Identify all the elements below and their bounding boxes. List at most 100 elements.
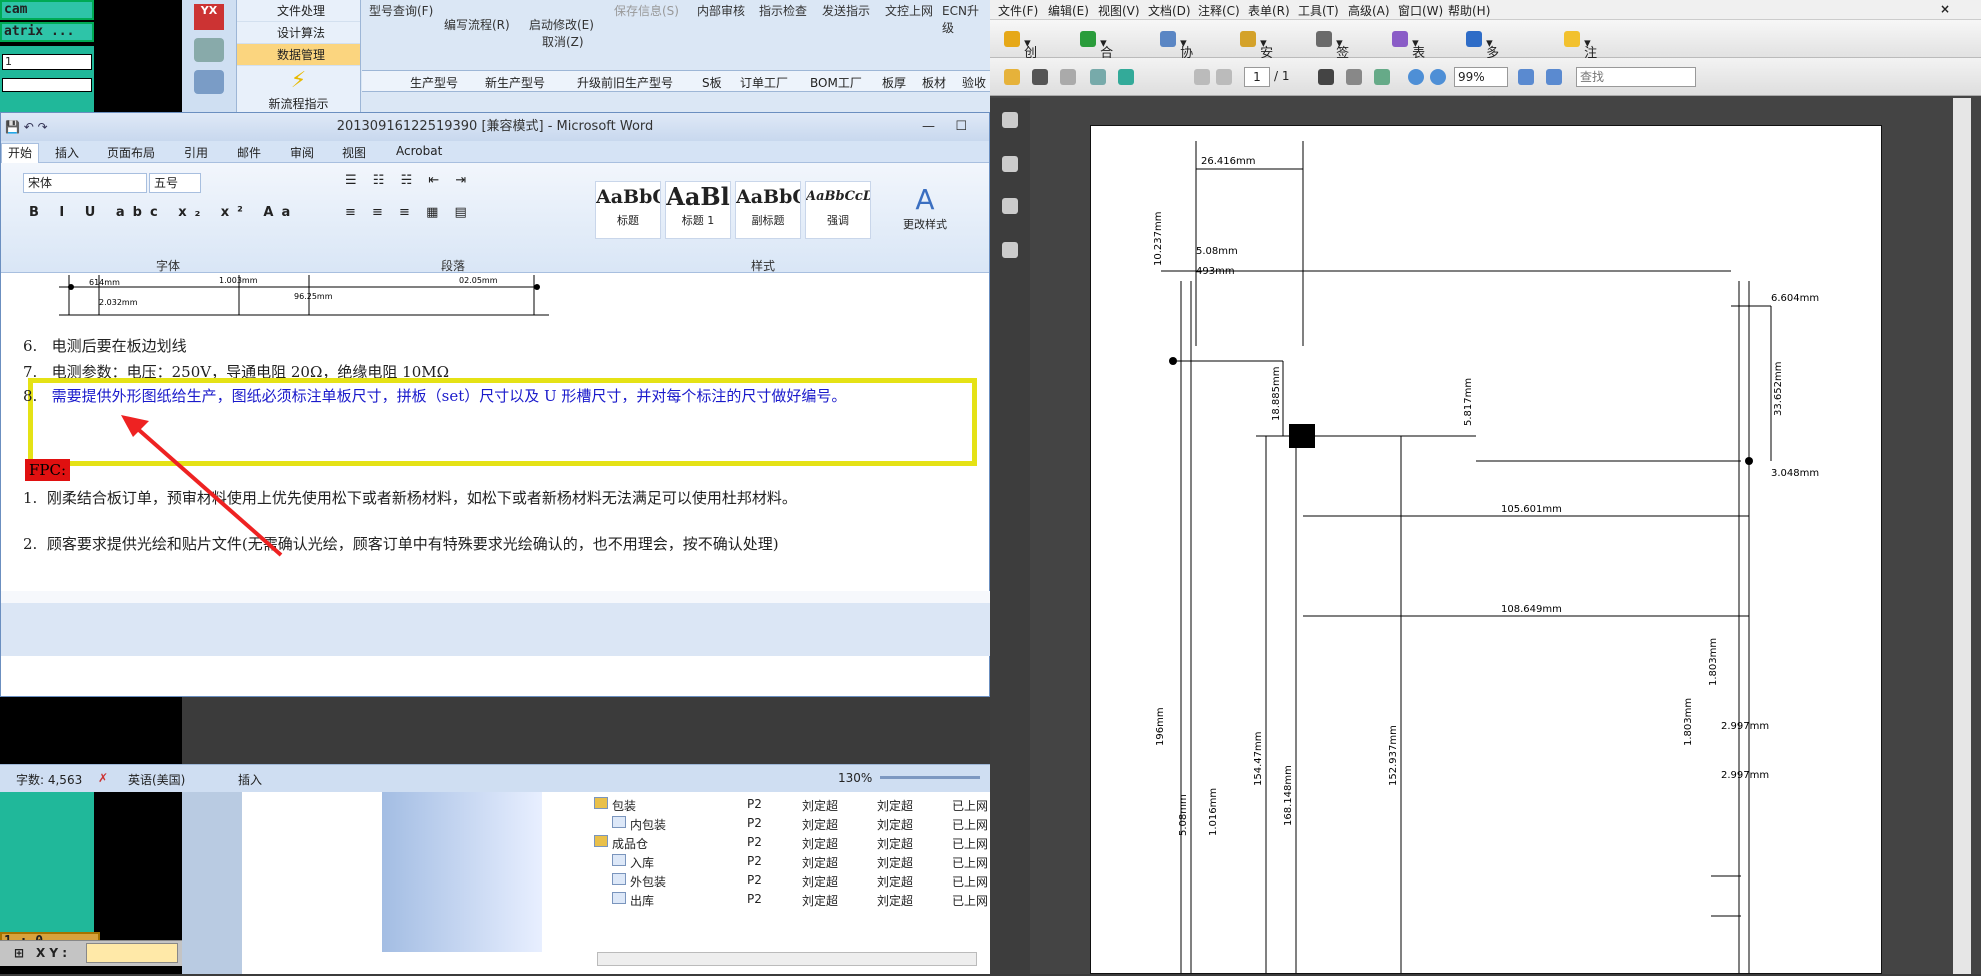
printer-icon[interactable] <box>194 38 224 62</box>
word-count[interactable]: 字数: 4,563 <box>16 771 82 788</box>
tab-home[interactable]: 开始 <box>1 143 40 164</box>
sign-button[interactable]: 签名 ▾ <box>1316 31 1349 80</box>
layers-icon[interactable] <box>1002 198 1018 214</box>
quick-access-icon[interactable]: 💾 ↶ ↷ <box>5 113 48 141</box>
yx-logo-icon[interactable]: YX <box>194 4 224 30</box>
upload-icon[interactable] <box>1118 69 1134 85</box>
format-buttons[interactable]: B I U abc x₂ x² Aa <box>29 205 298 220</box>
menu-internal-review[interactable]: 内部审核 <box>697 2 745 19</box>
pdf-menu-comments[interactable]: 注释(C) <box>1198 2 1240 19</box>
font-size-select[interactable]: 五号 <box>149 173 201 193</box>
menu-write-flow[interactable]: 编写流程(R) <box>444 16 510 33</box>
zoom-level[interactable]: 130% <box>838 771 872 785</box>
create-button[interactable]: 创建 ▾ <box>1004 31 1037 80</box>
keyboard-icon[interactable] <box>194 70 224 94</box>
multimedia-button[interactable]: 多媒体 ▾ <box>1466 31 1499 99</box>
tab-s-board[interactable]: S板 <box>702 74 722 91</box>
table-row[interactable]: 入库 P2 刘定超 刘定超 已上网 <box>182 853 990 871</box>
tab-bom-factory[interactable]: BOM工厂 <box>810 74 862 91</box>
select-tool-icon[interactable] <box>1318 69 1334 85</box>
pdf-menu-advanced[interactable]: 高级(A) <box>1348 2 1390 19</box>
tab-insert[interactable]: 插入 <box>55 144 79 161</box>
xy-input[interactable] <box>86 943 178 963</box>
table-row[interactable]: 内包装 P2 刘定超 刘定超 已上网 <box>182 815 990 833</box>
tab-material[interactable]: 板材 <box>922 74 946 91</box>
menu-doc-online[interactable]: 文控上网 <box>885 2 933 19</box>
menu-ecn[interactable]: ECN升级 <box>942 2 990 36</box>
tab-review[interactable]: 审阅 <box>290 144 314 161</box>
cam-field-2[interactable] <box>2 78 92 92</box>
bookmarks-icon[interactable] <box>1002 156 1018 172</box>
style-emphasis[interactable]: AaBbCcD 强调 <box>805 181 871 239</box>
list-buttons[interactable]: ☰ ☷ ☵ ⇤ ⇥ <box>345 173 472 188</box>
style-heading1[interactable]: AaBl 标题 1 <box>665 181 731 239</box>
new-flow-button[interactable]: ⚡ 新流程指示 <box>237 66 360 118</box>
tab-model[interactable]: 生产型号 <box>410 74 458 91</box>
zoom-out-icon[interactable] <box>1408 69 1424 85</box>
pdf-menu-tools[interactable]: 工具(T) <box>1298 2 1339 19</box>
align-buttons[interactable]: ≡ ≡ ≡ ▦ ▤ <box>345 205 473 220</box>
menu-send[interactable]: 发送指示 <box>822 2 870 19</box>
grid-icon[interactable]: ⊞ <box>14 946 24 960</box>
hand-tool-icon[interactable] <box>1346 69 1362 85</box>
zoom-select[interactable]: 99% <box>1454 67 1508 87</box>
tab-new-model[interactable]: 新生产型号 <box>485 74 545 91</box>
pdf-menu-view[interactable]: 视图(V) <box>1098 2 1140 19</box>
tab-mailings[interactable]: 邮件 <box>237 144 261 161</box>
maximize-icon[interactable]: ☐ <box>955 113 967 141</box>
table-row[interactable]: 外包装 P2 刘定超 刘定超 已上网 <box>182 872 990 890</box>
minimize-icon[interactable]: — <box>922 113 935 141</box>
tab-old-model[interactable]: 升级前旧生产型号 <box>577 74 673 91</box>
email-icon[interactable] <box>1090 69 1106 85</box>
signatures-icon[interactable] <box>1002 242 1018 258</box>
open-icon[interactable] <box>1004 69 1020 85</box>
secure-button[interactable]: 安全 ▾ <box>1240 31 1273 80</box>
pdf-page[interactable]: 26.416mm 10.237mm 5.08mm 493mm 6.604mm 1… <box>1090 125 1882 974</box>
matrix-label[interactable]: atrix ... <box>0 22 94 42</box>
table-row[interactable]: 成品仓 P2 刘定超 刘定超 已上网 <box>182 834 990 852</box>
cam-title[interactable]: cam <box>0 0 94 20</box>
pdf-menu-forms[interactable]: 表单(R) <box>1248 2 1290 19</box>
nav-file[interactable]: 文件处理 <box>237 0 360 22</box>
next-page-icon[interactable] <box>1216 69 1232 85</box>
tab-accept[interactable]: 验收 <box>962 74 986 91</box>
language-status[interactable]: 英语(美国) <box>128 771 185 788</box>
pdf-menu-document[interactable]: 文档(D) <box>1148 2 1191 19</box>
pdf-vscroll[interactable] <box>1953 98 1971 974</box>
tab-acrobat[interactable]: Acrobat <box>396 144 442 158</box>
insert-mode[interactable]: 插入 <box>238 771 262 788</box>
zoom-tool-icon[interactable] <box>1374 69 1390 85</box>
comment-button[interactable]: 注释 ▾ <box>1564 31 1597 80</box>
combine-button[interactable]: 合并 ▾ <box>1080 31 1113 80</box>
collaborate-button[interactable]: 协作 ▾ <box>1160 31 1193 80</box>
menu-cancel[interactable]: 取消(Z) <box>542 33 584 50</box>
search-input[interactable] <box>1576 67 1696 87</box>
nav-design[interactable]: 设计算法 <box>237 22 360 44</box>
menu-model-query[interactable]: 型号查询(F) <box>369 2 433 19</box>
pdf-close-icon[interactable]: × <box>1940 2 1950 16</box>
pdf-menu-edit[interactable]: 编辑(E) <box>1048 2 1089 19</box>
zoom-in-icon[interactable] <box>1430 69 1446 85</box>
save-icon[interactable] <box>1060 69 1076 85</box>
tab-layout[interactable]: 页面布局 <box>107 144 155 161</box>
menu-start-edit[interactable]: 启动修改(E) <box>529 16 594 33</box>
page-number-input[interactable]: 1 <box>1244 67 1270 87</box>
cam-field[interactable]: 1 <box>2 54 92 70</box>
table-row[interactable]: 包装 P2 刘定超 刘定超 已上网 <box>182 796 990 814</box>
pdf-menu-window[interactable]: 窗口(W) <box>1398 2 1443 19</box>
change-styles-button[interactable]: A 更改样式 <box>897 183 953 232</box>
tab-references[interactable]: 引用 <box>184 144 208 161</box>
word-document[interactable]: 614mm 2.032mm 1.003mm 96.25mm 02.05mm 6.… <box>1 273 991 656</box>
menu-save[interactable]: 保存信息(S) <box>614 2 679 19</box>
print-icon[interactable] <box>1032 69 1048 85</box>
pages-icon[interactable] <box>1002 112 1018 128</box>
forms-button[interactable]: 表单 ▾ <box>1392 31 1425 80</box>
font-name-select[interactable]: 宋体 <box>23 173 147 193</box>
table-row[interactable]: 出库 P2 刘定超 刘定超 已上网 <box>182 891 990 909</box>
prev-page-icon[interactable] <box>1194 69 1210 85</box>
nav-data[interactable]: 数据管理 <box>237 44 360 66</box>
tab-thickness[interactable]: 板厚 <box>882 74 906 91</box>
style-subtitle[interactable]: AaBbC 副标题 <box>735 181 801 239</box>
style-title[interactable]: AaBbC 标题 <box>595 181 661 239</box>
tab-order-factory[interactable]: 订单工厂 <box>740 74 788 91</box>
